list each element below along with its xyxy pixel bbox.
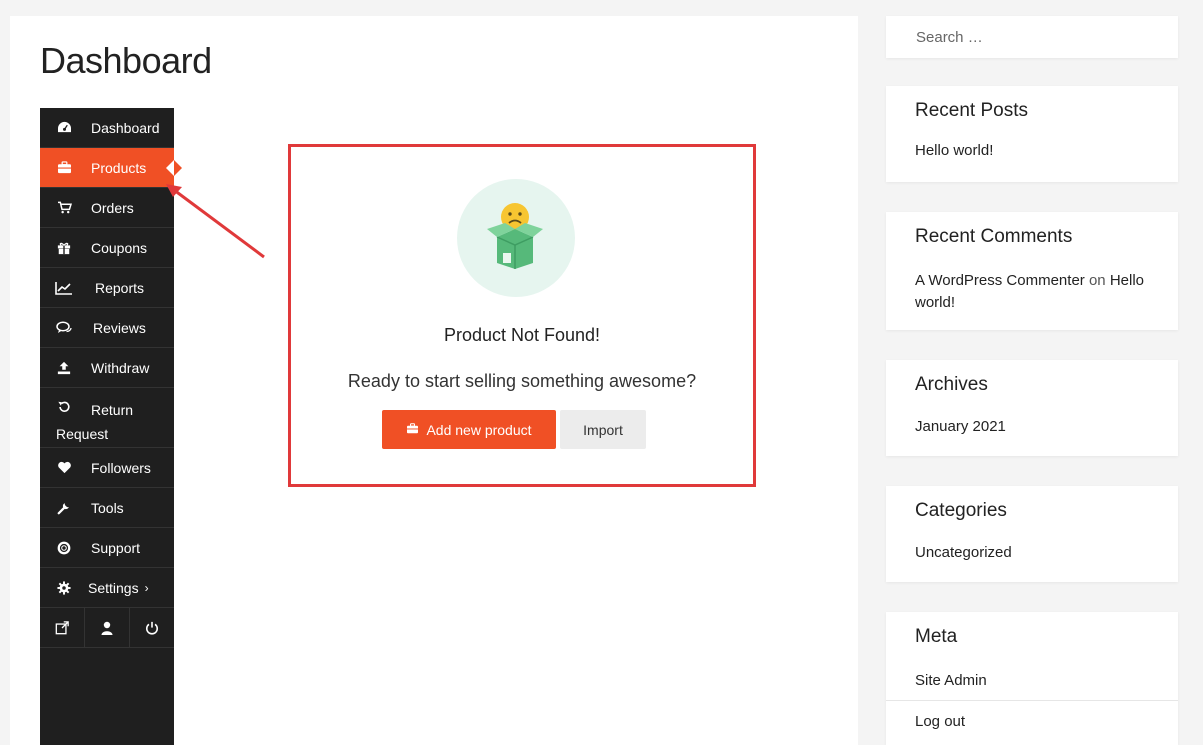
nav-item-reports[interactable]: Reports — [40, 268, 174, 308]
nav-label-coupons: Coupons — [91, 239, 148, 256]
undo-icon — [55, 400, 73, 414]
recent-post-link[interactable]: Hello world! — [886, 142, 1178, 159]
nav-label-return: Return — [91, 402, 134, 418]
power-icon[interactable] — [130, 608, 174, 647]
user-icon[interactable] — [85, 608, 130, 647]
nav-label-tools: Tools — [91, 499, 124, 516]
external-link-icon[interactable] — [40, 608, 85, 647]
nav-label-withdraw: Withdraw — [91, 359, 150, 376]
nav-item-support[interactable]: Support — [40, 528, 174, 568]
recent-comments-widget: Recent Comments A WordPress Commenter on… — [886, 212, 1178, 330]
heart-icon — [55, 461, 73, 474]
nav-label-orders: Orders — [91, 199, 134, 216]
nav-label-products: Products — [91, 159, 147, 176]
categories-widget: Categories Uncategorized — [886, 486, 1178, 582]
nav-item-return-request[interactable]: Return Request — [40, 388, 174, 448]
recent-comments-title: Recent Comments — [915, 226, 1073, 247]
briefcase-icon — [55, 161, 73, 174]
add-new-product-button[interactable]: Add new product — [382, 410, 556, 449]
meta-divider — [886, 700, 1178, 701]
sad-box-icon — [487, 203, 543, 269]
empty-state-subtitle: Ready to start selling something awesome… — [347, 371, 697, 391]
nav-label-settings: Settings — [88, 579, 139, 596]
meta-widget: Meta Site Admin Log out — [886, 612, 1178, 745]
meta-title: Meta — [915, 626, 958, 647]
nav-label-support: Support — [91, 539, 141, 556]
recent-comment-entry: A WordPress Commenter on Hello world! — [886, 270, 1178, 314]
cart-icon — [55, 201, 73, 214]
archives-widget: Archives January 2021 — [886, 360, 1178, 456]
nav-item-coupons[interactable]: Coupons — [40, 228, 174, 268]
recent-posts-widget: Recent Posts Hello world! — [886, 86, 1178, 182]
nav-label-request: Request — [56, 425, 109, 442]
comment-on-text: on — [1088, 272, 1106, 289]
site-admin-link[interactable]: Site Admin — [886, 672, 1178, 689]
empty-state-title: Product Not Found! — [443, 325, 601, 345]
nav-item-dashboard[interactable]: Dashboard — [40, 108, 174, 148]
category-link[interactable]: Uncategorized — [886, 544, 1178, 561]
comments-icon — [55, 321, 73, 334]
nav-bottom-bar — [40, 608, 174, 648]
nav-item-products[interactable]: Products — [40, 148, 182, 188]
log-out-link[interactable]: Log out — [886, 713, 1178, 730]
gift-icon — [55, 241, 73, 255]
upload-icon — [55, 361, 73, 375]
categories-title: Categories — [915, 500, 1007, 521]
nav-item-followers[interactable]: Followers — [40, 448, 174, 488]
comment-author-link[interactable]: A WordPress Commenter — [915, 272, 1085, 289]
dashboard-icon — [55, 121, 73, 134]
nav-label-followers: Followers — [91, 459, 151, 476]
chevron-right-icon: › — [144, 580, 149, 595]
search-input[interactable]: Search … — [886, 16, 1178, 58]
recent-posts-title: Recent Posts — [915, 100, 1028, 121]
chart-icon — [55, 281, 73, 295]
nav-label-reviews: Reviews — [93, 319, 146, 336]
nav-item-tools[interactable]: Tools — [40, 488, 174, 528]
import-button[interactable]: Import — [560, 410, 646, 449]
nav-item-withdraw[interactable]: Withdraw — [40, 348, 174, 388]
nav-item-settings[interactable]: Settings › — [40, 568, 174, 608]
nav-label-reports: Reports — [95, 279, 145, 296]
archives-title: Archives — [915, 374, 988, 395]
empty-product-illustration — [457, 179, 575, 297]
dashboard-nav: Dashboard Products Orders Coupons Report… — [40, 108, 182, 745]
empty-state-panel: Product Not Found! Ready to start sellin… — [288, 144, 756, 487]
add-new-product-label: Add new product — [426, 421, 532, 438]
nav-item-orders[interactable]: Orders — [40, 188, 174, 228]
lifebuoy-icon — [55, 541, 73, 555]
briefcase-icon — [406, 422, 419, 437]
page-title: Dashboard — [40, 40, 212, 81]
wrench-icon — [55, 501, 73, 515]
annotation-arrow — [166, 184, 265, 259]
nav-item-reviews[interactable]: Reviews — [40, 308, 174, 348]
gear-icon — [55, 580, 73, 595]
nav-label-dashboard: Dashboard — [91, 119, 160, 136]
archive-link[interactable]: January 2021 — [886, 418, 1178, 435]
